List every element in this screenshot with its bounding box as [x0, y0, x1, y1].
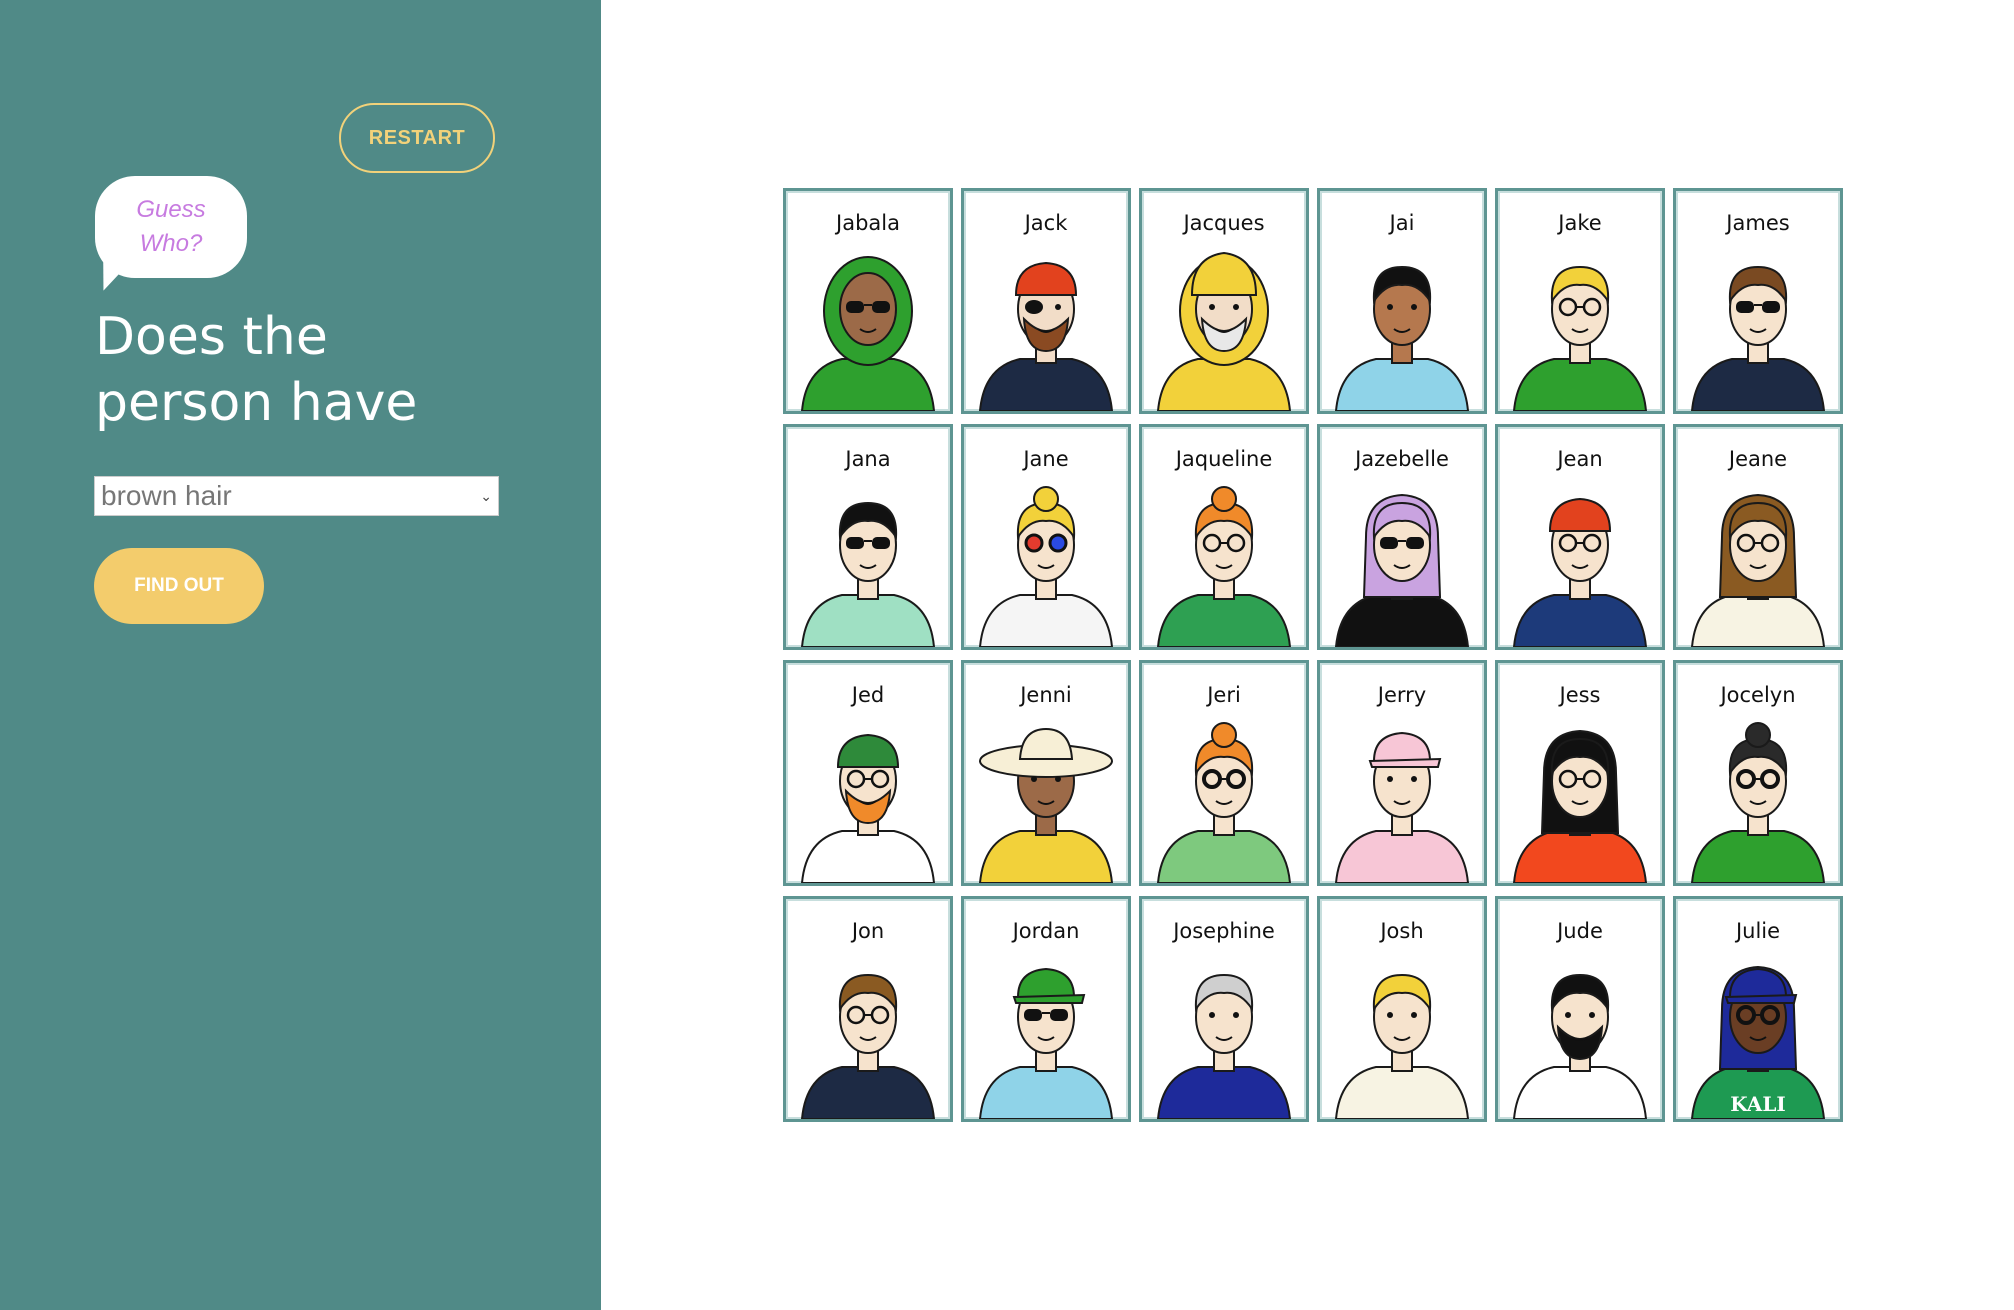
- character-name: Jenni: [1020, 683, 1072, 707]
- character-card-jacques[interactable]: Jacques: [1139, 188, 1309, 414]
- question-line-2: person have: [95, 373, 418, 433]
- character-card-jana[interactable]: Jana: [783, 424, 953, 650]
- character-name: Josephine: [1173, 919, 1275, 943]
- character-name: Jean: [1557, 447, 1603, 471]
- logo-line-2: Who?: [139, 230, 203, 257]
- character-name: Jacques: [1183, 211, 1265, 235]
- character-card-jai[interactable]: Jai: [1317, 188, 1487, 414]
- character-name: Jane: [1023, 447, 1069, 471]
- character-card-jon[interactable]: Jon: [783, 896, 953, 1122]
- character-name: Jon: [851, 919, 885, 943]
- guess-who-logo: Guess Who?: [95, 176, 247, 278]
- character-card-jordan[interactable]: Jordan: [961, 896, 1131, 1122]
- speech-bubble-tail: [93, 259, 127, 295]
- question-heading: Does the person have: [95, 304, 555, 436]
- character-card-jerry[interactable]: Jerry: [1317, 660, 1487, 886]
- sidebar: RESTART Guess Who? Does the person have …: [0, 0, 601, 1310]
- character-name: Jeri: [1207, 683, 1241, 707]
- character-card-jocelyn[interactable]: Jocelyn: [1673, 660, 1843, 886]
- character-card-jaqueline[interactable]: Jaqueline: [1139, 424, 1309, 650]
- character-name: Jabala: [836, 211, 900, 235]
- character-card-jude[interactable]: Jude: [1495, 896, 1665, 1122]
- character-card-jeane[interactable]: Jeane: [1673, 424, 1843, 650]
- character-card-jazebelle[interactable]: Jazebelle: [1317, 424, 1487, 650]
- question-line-1: Does the: [95, 307, 328, 367]
- character-name: Jazebelle: [1355, 447, 1449, 471]
- character-card-jenni[interactable]: Jenni: [961, 660, 1131, 886]
- character-name: Jake: [1558, 211, 1602, 235]
- character-name: Jana: [845, 447, 891, 471]
- chevron-down-icon: ⌄: [480, 487, 492, 504]
- character-card-jeri[interactable]: Jeri: [1139, 660, 1309, 886]
- character-name: Jaqueline: [1175, 447, 1273, 471]
- character-name: Jess: [1559, 683, 1601, 707]
- character-card-jed[interactable]: Jed: [783, 660, 953, 886]
- character-name: Julie: [1735, 919, 1781, 943]
- character-name: Jocelyn: [1720, 683, 1796, 707]
- character-card-jean[interactable]: Jean: [1495, 424, 1665, 650]
- character-card-james[interactable]: James: [1673, 188, 1843, 414]
- character-card-jake[interactable]: Jake: [1495, 188, 1665, 414]
- character-name: Jeane: [1728, 447, 1788, 471]
- character-card-jane[interactable]: Jane: [961, 424, 1131, 650]
- character-name: Jai: [1389, 211, 1415, 235]
- character-card-josh[interactable]: Josh: [1317, 896, 1487, 1122]
- find-out-button[interactable]: FIND OUT: [94, 548, 264, 624]
- kali-shirt-text: KALI: [1730, 1092, 1786, 1116]
- character-name: Josh: [1380, 919, 1424, 943]
- trait-select[interactable]: brown hair ⌄: [94, 476, 499, 516]
- character-name: Jordan: [1012, 919, 1080, 943]
- logo-line-1: Guess: [136, 196, 206, 223]
- character-name: Jack: [1024, 211, 1068, 235]
- character-name: James: [1726, 211, 1790, 235]
- trait-select-value: brown hair: [101, 480, 232, 511]
- character-name: Jude: [1557, 919, 1603, 943]
- character-name: Jed: [851, 683, 885, 707]
- character-board: Jabala Jack Jacques Jai Jake James Jana Jane Jaq…: [783, 188, 1843, 1122]
- character-card-jack[interactable]: Jack: [961, 188, 1131, 414]
- character-card-jess[interactable]: Jess: [1495, 660, 1665, 886]
- restart-button[interactable]: RESTART: [339, 103, 495, 173]
- character-card-julie[interactable]: KALI Julie: [1673, 896, 1843, 1122]
- character-name: Jerry: [1377, 683, 1427, 707]
- character-card-josephine[interactable]: Josephine: [1139, 896, 1309, 1122]
- character-card-jabala[interactable]: Jabala: [783, 188, 953, 414]
